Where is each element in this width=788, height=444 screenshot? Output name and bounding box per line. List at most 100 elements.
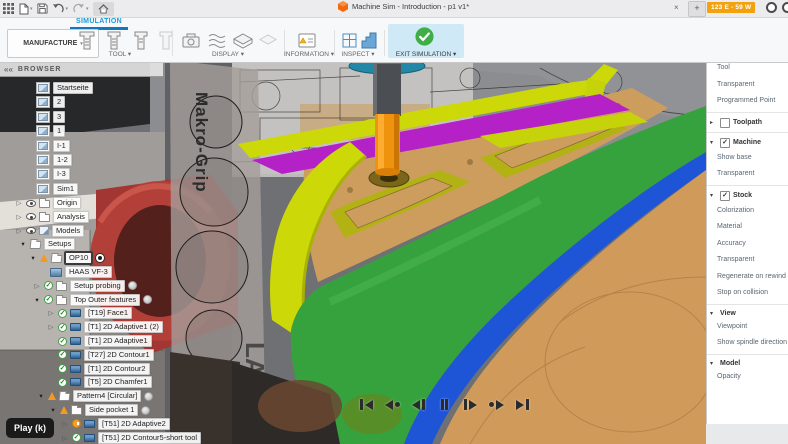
- globe-icon: [141, 406, 150, 415]
- pause-button[interactable]: [436, 396, 453, 413]
- section-header-view[interactable]: ▾View: [707, 307, 788, 319]
- step-forward-button[interactable]: [462, 396, 479, 413]
- panel-setting-programmed-point[interactable]: Programmed Point: [707, 93, 788, 110]
- home-view-button[interactable]: [93, 2, 114, 16]
- operation-icon: [70, 351, 81, 359]
- section-caret-icon[interactable]: ▾: [710, 310, 717, 317]
- tool-display-button-4[interactable]: [155, 30, 177, 57]
- quick-access-toolbar: ▾ ▾ ▾: [0, 2, 114, 16]
- go-to-start-button[interactable]: [358, 396, 375, 413]
- named-view-row[interactable]: 1-2: [0, 154, 72, 166]
- tree-row[interactable]: ▷✓Setup probing: [0, 280, 137, 292]
- named-view-label: Sim1: [53, 183, 78, 195]
- named-view-icon: [38, 113, 48, 121]
- section-caret-icon[interactable]: ▾: [710, 360, 717, 367]
- go-to-end-button[interactable]: [514, 396, 531, 413]
- section-checkbox-toolpath[interactable]: [720, 118, 730, 128]
- next-operation-button[interactable]: [488, 396, 505, 413]
- named-view-row[interactable]: 1: [0, 125, 65, 137]
- playback-dot-glyph: [395, 402, 400, 407]
- section-caret-icon[interactable]: ▸: [710, 119, 717, 126]
- panel-setting-colorization[interactable]: Colorization: [707, 203, 788, 220]
- section-checkbox-machine[interactable]: ✓: [720, 138, 730, 148]
- tree-node-label: [T1] 2D Contour2: [84, 363, 150, 375]
- panel-setting-show-spindle-direction[interactable]: Show spindle direction: [707, 335, 788, 352]
- tree-row[interactable]: ▷Origin: [0, 197, 81, 209]
- section-caret-icon[interactable]: ▾: [710, 139, 717, 146]
- section-header-machine[interactable]: ▾✓Machine: [707, 135, 788, 150]
- tree-row[interactable]: ✓[T27] 2D Contour1: [0, 349, 154, 361]
- visibility-eye-icon: [26, 213, 36, 220]
- overlay-ring-icon-2: [782, 2, 788, 13]
- simulate-panel-body: ▾✓ToolToolTransparentProgrammed Point▸To…: [707, 45, 788, 385]
- new-tab-button[interactable]: +: [688, 1, 706, 17]
- close-tab-button[interactable]: ×: [674, 2, 679, 14]
- panel-setting-show-base[interactable]: Show base: [707, 150, 788, 167]
- tree-row[interactable]: ✓[T5] 2D Chamfer1: [0, 376, 152, 388]
- active-setup-radio[interactable]: [95, 253, 105, 263]
- display-extra-button[interactable]: [257, 30, 279, 57]
- exit-simulation-label[interactable]: EXIT SIMULATION ▾: [388, 50, 464, 58]
- panel-setting-accuracy[interactable]: Accuracy: [707, 236, 788, 253]
- section-header-model[interactable]: ▾Model: [707, 357, 788, 369]
- named-view-row[interactable]: I-1: [0, 140, 70, 152]
- tree-row[interactable]: ▷✓[T1] 2D Adaptive1 (2): [0, 321, 163, 333]
- panel-setting-transparent[interactable]: Transparent: [707, 77, 788, 94]
- panel-setting-opacity[interactable]: Opacity: [707, 369, 788, 386]
- named-view-row[interactable]: 3: [0, 111, 65, 123]
- step-back-button[interactable]: [410, 396, 427, 413]
- simulation-context-tab[interactable]: SIMULATION: [72, 18, 126, 25]
- named-view-row[interactable]: Startseite: [0, 82, 93, 94]
- globe-icon: [144, 392, 153, 401]
- panel-setting-stop-on-collision[interactable]: Stop on collision: [707, 285, 788, 302]
- panel-setting-material[interactable]: Material: [707, 219, 788, 236]
- panel-setting-regenerate-on-rewind[interactable]: Regenerate on rewind: [707, 269, 788, 286]
- panel-setting-transparent[interactable]: Transparent: [707, 166, 788, 183]
- inspect-group-label[interactable]: INSPECT ▾: [332, 50, 384, 58]
- section-header-toolpath[interactable]: ▸Toolpath: [707, 115, 788, 130]
- tree-row[interactable]: ▾Side pocket 1: [0, 404, 150, 416]
- tree-node-label: Pattern4 [Circular]: [73, 390, 141, 402]
- playback-triL-glyph: [385, 400, 393, 410]
- redo-button[interactable]: ▾: [72, 3, 89, 14]
- named-view-thumb: [36, 154, 50, 166]
- file-menu-button[interactable]: ▾: [18, 3, 33, 15]
- panel-setting-transparent[interactable]: Transparent: [707, 252, 788, 269]
- tree-row[interactable]: ✓[T1] 2D Contour2: [0, 363, 150, 375]
- information-group-label[interactable]: INFORMATION ▾: [278, 50, 340, 58]
- named-view-row[interactable]: 2: [0, 96, 65, 108]
- tree-row[interactable]: ▷Models: [0, 225, 84, 237]
- expand-arrow-icon: ▷: [61, 434, 69, 442]
- previous-operation-button[interactable]: [384, 396, 401, 413]
- ok-check-icon: ✓: [58, 350, 67, 359]
- tree-row[interactable]: ▾Pattern4 [Circular]: [0, 390, 153, 402]
- tree-node-label: [T5] 2D Chamfer1: [84, 376, 152, 388]
- undo-button[interactable]: ▾: [52, 3, 69, 14]
- named-view-thumb: [36, 140, 50, 152]
- app-grid-icon[interactable]: [3, 3, 14, 14]
- document-tab[interactable]: Machine Sim - Introduction - p1 v1*: [338, 1, 469, 12]
- models-icon: [39, 226, 49, 235]
- save-button[interactable]: [37, 3, 48, 14]
- tree-row[interactable]: ✓[T1] 2D Adaptive1: [0, 335, 152, 347]
- tree-row[interactable]: ▾OP10: [0, 252, 105, 264]
- named-view-row[interactable]: Sim1: [0, 183, 78, 195]
- display-group-label[interactable]: DISPLAY ▾: [198, 50, 258, 58]
- named-view-label: Startseite: [53, 82, 93, 94]
- tree-row[interactable]: ▷Analysis: [0, 211, 89, 223]
- named-view-thumb: [36, 168, 50, 180]
- section-caret-icon[interactable]: ▾: [710, 192, 717, 199]
- globe-icon: [128, 281, 137, 290]
- folder-open-icon: [59, 393, 71, 401]
- panel-setting-viewpoint[interactable]: Viewpoint: [707, 319, 788, 336]
- tool-group-label[interactable]: TOOL ▾: [95, 50, 145, 58]
- folder-open-icon: [51, 255, 63, 263]
- section-header-stock[interactable]: ▾✓Stock: [707, 188, 788, 203]
- tree-row[interactable]: HAAS VF-3: [0, 266, 112, 278]
- tree-row[interactable]: ▾✓Top Outer features: [0, 294, 152, 306]
- named-view-row[interactable]: I-3: [0, 168, 70, 180]
- tree-row[interactable]: ▾Setups: [0, 238, 75, 250]
- section-checkbox-stock[interactable]: ✓: [720, 191, 730, 201]
- expand-arrow-icon: ▷: [61, 420, 69, 428]
- tree-row[interactable]: ▷✓[T19] Face1: [0, 307, 132, 319]
